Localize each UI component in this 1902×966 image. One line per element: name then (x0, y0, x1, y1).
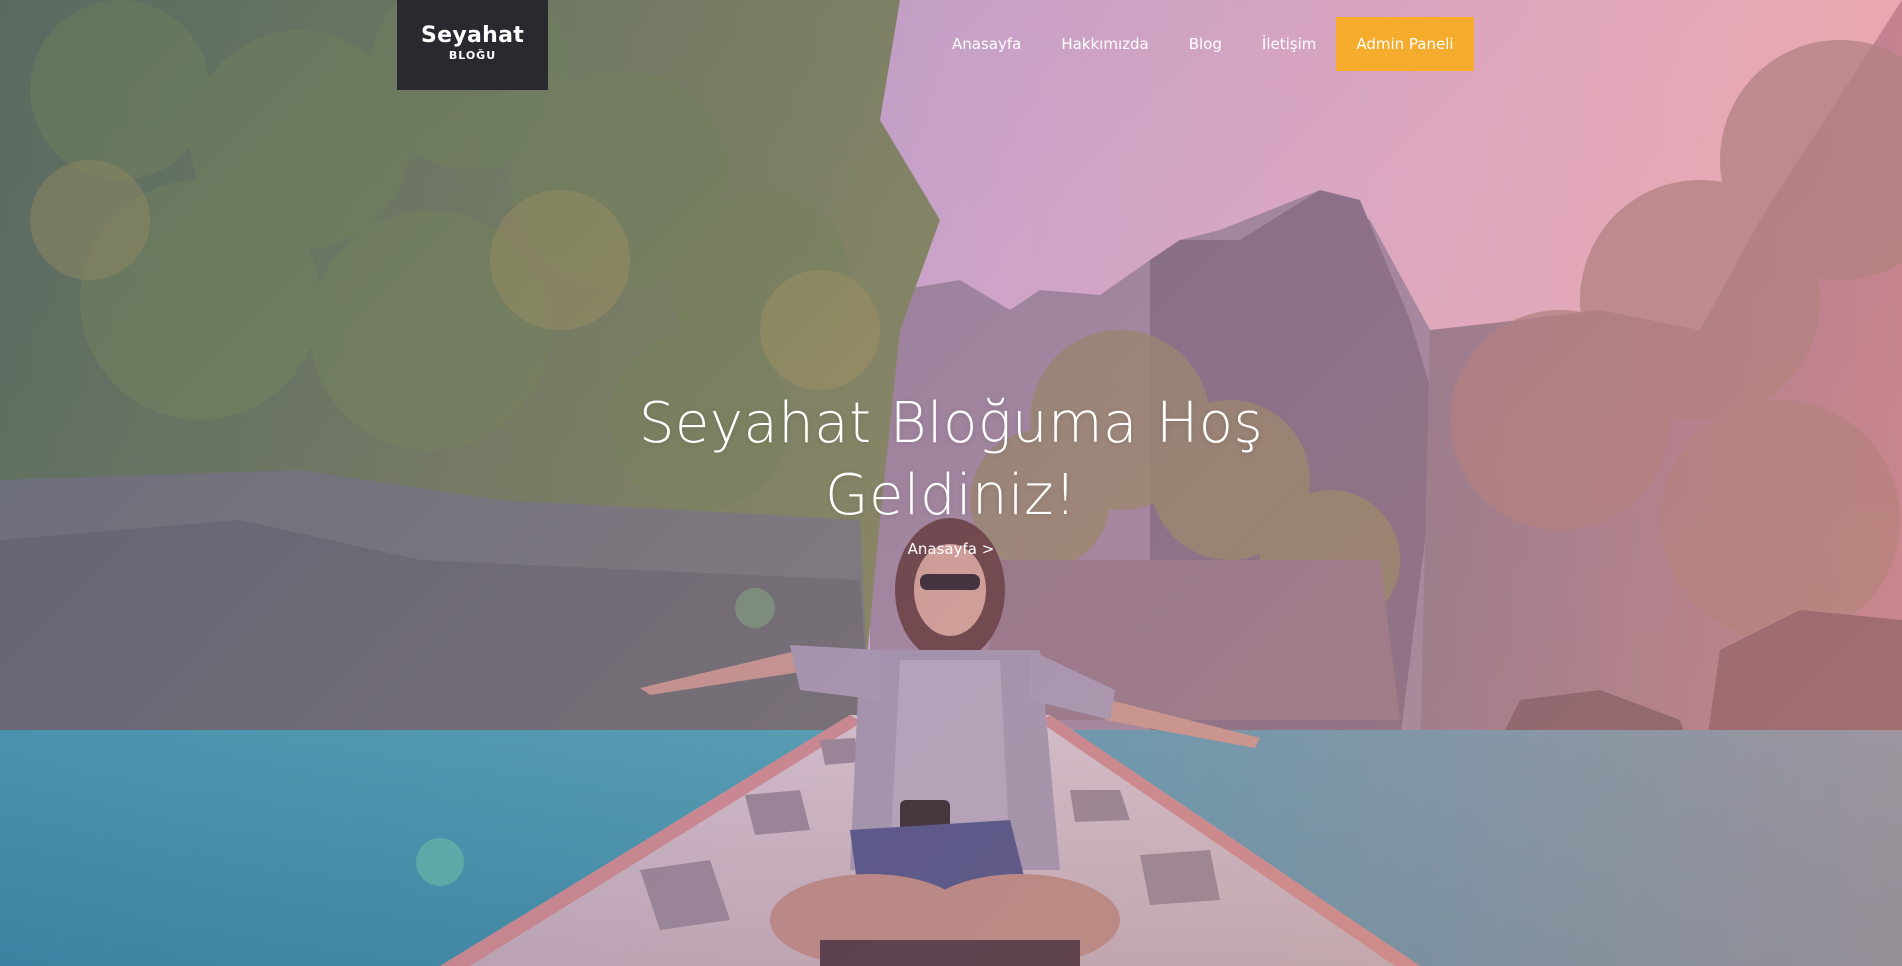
nav-link-contact[interactable]: İletişim (1262, 35, 1316, 53)
nav-link-home[interactable]: Anasayfa (952, 35, 1021, 53)
site-logo[interactable]: Seyahat BLOĞU (397, 0, 548, 90)
main-navigation: Anasayfa Hakkımızda Blog İletişim Admin … (952, 16, 1474, 71)
breadcrumb: Anasayfa > (851, 540, 1051, 558)
logo-subtitle: BLOĞU (448, 49, 497, 62)
logo-title: Seyahat (420, 23, 525, 48)
nav-link-about[interactable]: Hakkımızda (1061, 35, 1148, 53)
nav-link-blog[interactable]: Blog (1189, 35, 1222, 53)
hero-title-line-2: Geldiniz! (825, 463, 1077, 528)
admin-panel-button[interactable]: Admin Paneli (1336, 16, 1474, 71)
breadcrumb-separator-icon: > (981, 540, 995, 558)
hero-title-line-1: Seyahat Bloğuma Hoş (638, 391, 1264, 456)
breadcrumb-home-link[interactable]: Anasayfa (908, 540, 977, 558)
hero-section: Seyahat BLOĞU Anasayfa Hakkımızda Blog İ… (0, 0, 1902, 966)
hero-title: Seyahat Bloğuma Hoş Geldiniz! (551, 388, 1351, 532)
